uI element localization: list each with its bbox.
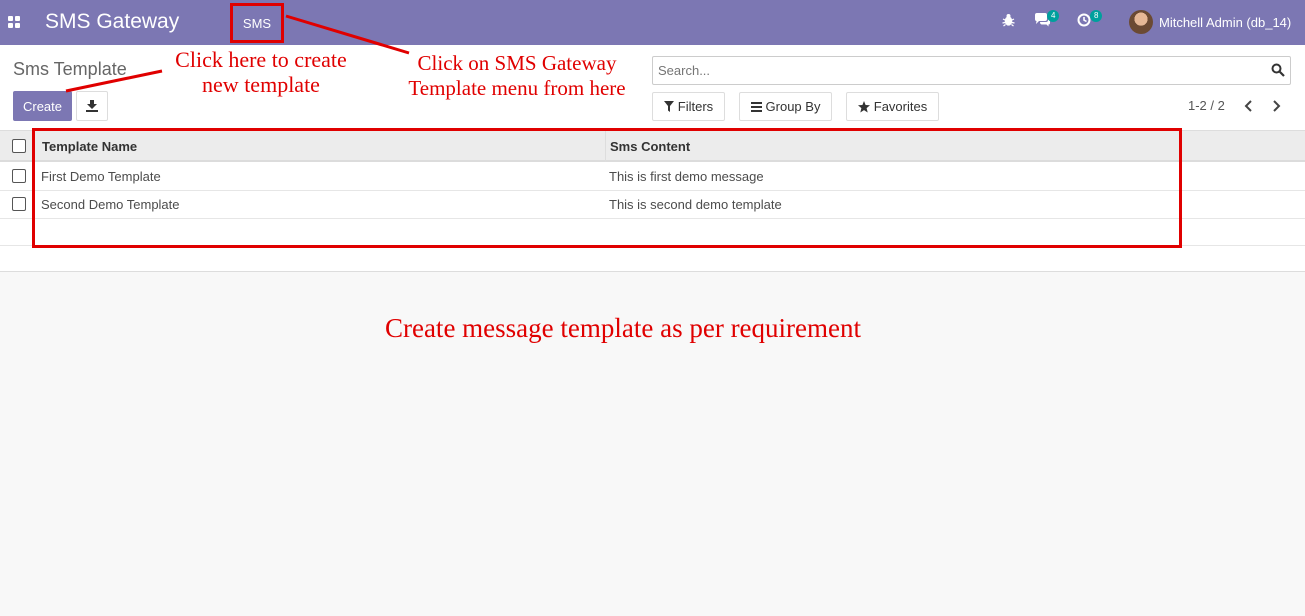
top-navbar: SMS Gateway SMS 4 8 Mitchell Admin (db_1…	[0, 0, 1305, 45]
create-hint-annotation: Click here to create new template	[155, 47, 367, 97]
bottom-note-annotation: Create message template as per requireme…	[384, 313, 862, 343]
filter-icon	[663, 101, 674, 112]
export-button[interactable]	[76, 91, 108, 121]
chevron-right-icon[interactable]	[1269, 99, 1283, 113]
bars-icon	[750, 101, 762, 112]
app-name[interactable]: SMS Gateway	[45, 10, 179, 34]
activity-clock-icon[interactable]: 8	[1077, 10, 1103, 31]
create-hint-line-1: Click here to create	[175, 47, 347, 72]
menu-item-sms[interactable]: SMS	[230, 3, 284, 43]
row-checkbox[interactable]	[12, 169, 26, 183]
filters-button[interactable]: Filters	[652, 92, 725, 121]
pager-value[interactable]: 1-2 / 2	[1188, 98, 1225, 113]
group-by-button[interactable]: Group By	[739, 92, 832, 121]
page-title: Sms Template	[13, 59, 127, 79]
menu-hint-annotation: Click on SMS Gateway Template menu from …	[396, 51, 638, 101]
search-input[interactable]	[658, 60, 1258, 81]
favorites-label: Favorites	[873, 99, 928, 114]
group-by-label: Group By	[765, 99, 821, 114]
apps-menu-icon[interactable]	[8, 16, 20, 28]
debug-bug-icon[interactable]	[1002, 13, 1015, 31]
menu-hint-line-1: Click on SMS Gateway	[417, 51, 617, 75]
download-icon	[86, 100, 98, 112]
chat-count-badge: 4	[1047, 10, 1060, 22]
create-button[interactable]: Create	[13, 91, 72, 121]
row-checkbox[interactable]	[12, 197, 26, 211]
menu-hint-line-2: Template menu from here	[408, 76, 626, 100]
favorites-button[interactable]: Favorites	[846, 92, 939, 121]
search-bar	[652, 56, 1291, 85]
chevron-left-icon[interactable]	[1242, 99, 1256, 113]
filters-label: Filters	[677, 99, 714, 114]
table-highlight-box	[32, 128, 1182, 248]
search-icon[interactable]	[1271, 63, 1285, 77]
star-icon	[857, 100, 870, 112]
activity-count-badge: 8	[1090, 10, 1103, 22]
user-avatar[interactable]	[1129, 10, 1153, 34]
chat-messages-icon[interactable]: 4	[1034, 10, 1060, 31]
select-all-checkbox[interactable]	[12, 139, 26, 153]
create-hint-line-2: new template	[202, 72, 320, 97]
user-menu[interactable]: Mitchell Admin (db_14)	[1159, 15, 1291, 30]
menu-item-sms-label: SMS	[242, 15, 272, 31]
